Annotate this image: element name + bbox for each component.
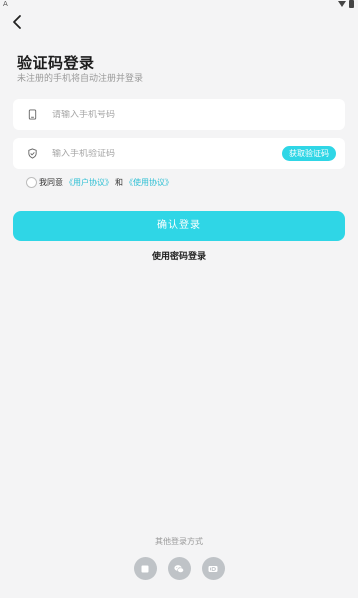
- wechat-icon: [174, 564, 184, 573]
- phone-field[interactable]: [13, 99, 345, 130]
- agreement-row: 我同意 《用户协议》 和 《使用协议》: [26, 177, 175, 188]
- agreement-prefix: 我同意: [39, 178, 63, 187]
- id-icon: [208, 565, 218, 572]
- page-subtitle: 未注册的手机将自动注册并登录: [17, 74, 144, 84]
- page-title: 验证码登录: [17, 54, 95, 72]
- get-code-button[interactable]: 获取验证码: [282, 146, 336, 161]
- confirm-login-button[interactable]: 确认登录: [13, 211, 345, 241]
- other-login-methods: [0, 557, 358, 580]
- wechat-login-button[interactable]: [167, 557, 191, 580]
- id-login-button[interactable]: [201, 557, 225, 580]
- other-login-label: 其他登录方式: [155, 537, 203, 546]
- chevron-left-icon: [13, 15, 21, 29]
- back-button[interactable]: [10, 14, 26, 30]
- password-login-link[interactable]: 使用密码登录: [0, 249, 358, 262]
- user-agreement-link[interactable]: 《用户协议》: [65, 177, 113, 188]
- phone-icon: [26, 109, 38, 121]
- code-field[interactable]: 获取验证码: [13, 138, 345, 169]
- status-icons: [338, 0, 354, 8]
- usage-agreement-link[interactable]: 《使用协议》: [125, 177, 173, 188]
- phone-input[interactable]: [52, 109, 345, 120]
- agreement-checkbox[interactable]: [26, 177, 37, 188]
- status-bar: A: [0, 0, 358, 10]
- battery-icon: [349, 0, 354, 8]
- agreement-and: 和: [115, 178, 123, 187]
- wifi-icon: [338, 1, 346, 7]
- shield-icon: [26, 148, 38, 160]
- square-login-button[interactable]: [133, 557, 157, 580]
- square-icon: [141, 565, 149, 572]
- status-bar-indicator: A: [3, 0, 8, 8]
